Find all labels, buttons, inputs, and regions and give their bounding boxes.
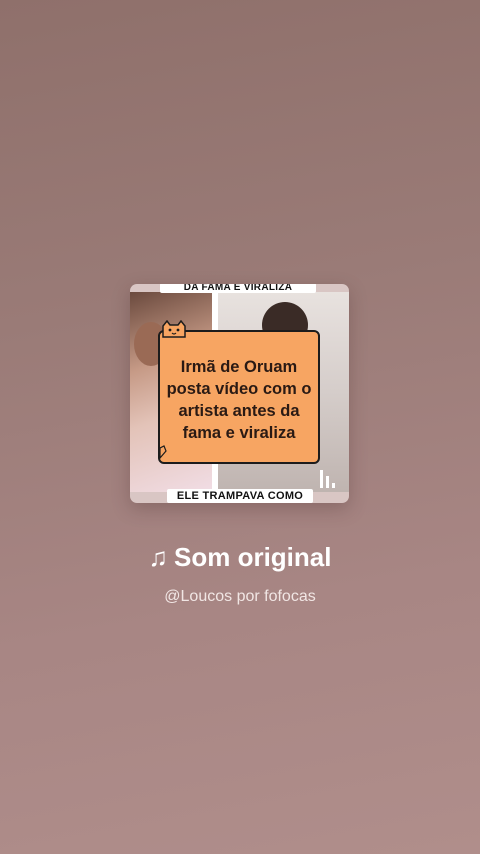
cat-paw-icon <box>159 445 167 459</box>
cover-headline-card: Irmã de Oruam posta vídeo com o artista … <box>158 330 320 464</box>
cat-mascot-icon <box>162 320 186 338</box>
audio-author-link[interactable]: @Loucos por fofocas <box>0 586 480 608</box>
audio-bars-icon <box>320 470 335 488</box>
cover-bottom-banner: ELE TRAMPAVA COMO <box>167 489 313 503</box>
music-note-icon: ♫ <box>148 542 169 572</box>
audio-cover-image[interactable]: DA FAMA E VIRALIZA Irmã de Oruam posta v… <box>130 284 349 503</box>
audio-title-text: Som original <box>174 542 332 572</box>
cover-top-banner: DA FAMA E VIRALIZA <box>160 284 316 293</box>
cover-headline: Irmã de Oruam posta vídeo com o artista … <box>166 358 312 442</box>
audio-title: ♫ Som original <box>0 540 480 574</box>
